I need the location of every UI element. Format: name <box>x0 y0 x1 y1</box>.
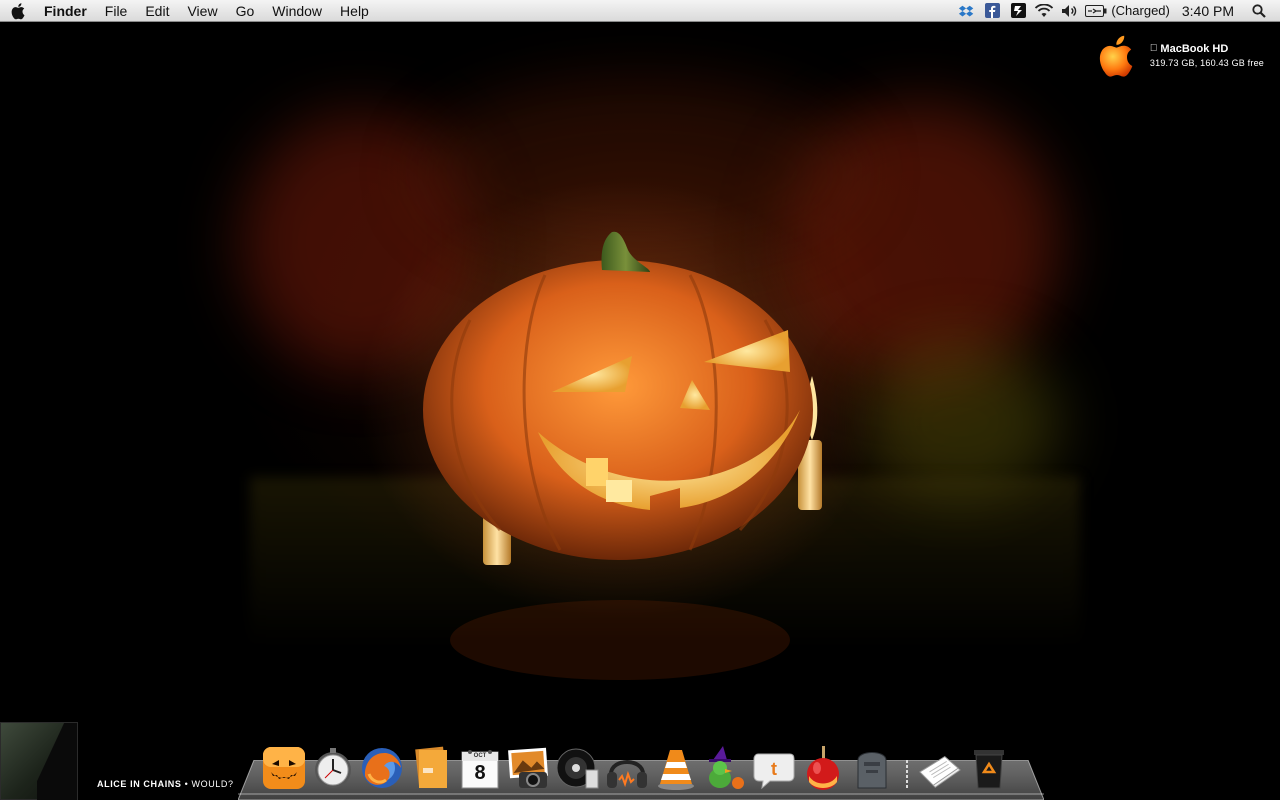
dropbox-icon[interactable] <box>953 0 979 22</box>
documents-stack-icon[interactable] <box>918 744 962 790</box>
evernote-icon[interactable] <box>1005 0 1031 22</box>
now-playing-artist: ALICE IN CHAINS <box>97 779 182 789</box>
trash-can-icon[interactable] <box>967 744 1011 790</box>
candy-apple-icon[interactable] <box>801 744 845 790</box>
status-area: (Charged) 3:40 PM <box>953 0 1280 22</box>
menu-window[interactable]: Window <box>263 0 331 22</box>
drive-name: MacBook HD <box>1152 42 1228 55</box>
menubar-clock[interactable]: 3:40 PM <box>1174 3 1246 19</box>
spotlight-search-icon[interactable] <box>1246 0 1272 22</box>
album-artwork[interactable] <box>0 722 78 800</box>
menu-view[interactable]: View <box>178 0 226 22</box>
desktop-wallpaper <box>0 22 1280 800</box>
menu-app-name[interactable]: Finder <box>38 0 96 22</box>
menu-help[interactable]: Help <box>331 0 378 22</box>
twitter-bird-icon[interactable]: t <box>752 744 796 790</box>
pumpkin-finder-icon[interactable] <box>262 744 306 790</box>
now-playing-song: WOULD? <box>191 779 234 789</box>
clock-icon[interactable] <box>311 744 355 790</box>
drive-info-widget:  MacBook HD 319.73 GB, 160.43 GB free <box>1098 32 1264 78</box>
headphones-itunes-icon[interactable] <box>605 744 649 790</box>
menu-go[interactable]: Go <box>227 0 264 22</box>
dvd-player-icon[interactable] <box>556 744 600 790</box>
battery-icon[interactable] <box>1083 0 1109 22</box>
calendar-day: 8 <box>474 762 486 784</box>
dock-separator <box>899 744 913 790</box>
iphoto-icon[interactable] <box>507 744 551 790</box>
vlc-icon[interactable] <box>654 744 698 790</box>
firefox-icon[interactable] <box>360 744 404 790</box>
wifi-icon[interactable] <box>1031 0 1057 22</box>
menu-edit[interactable]: Edit <box>136 0 178 22</box>
menu-bar: Finder File Edit View Go Window Help (Ch… <box>0 0 1280 22</box>
svg-text:t: t <box>771 759 777 779</box>
now-playing-separator: • <box>184 779 189 789</box>
now-playing-text: ALICE IN CHAINS • WOULD? <box>97 779 234 789</box>
battery-status-text[interactable]: (Charged) <box>1109 3 1174 18</box>
calendar-icon[interactable]: OCT 8 <box>458 744 502 790</box>
adium-witch-duck-icon[interactable] <box>703 744 747 790</box>
apple-small-icon:  <box>1150 43 1158 54</box>
drive-capacity: 319.73 GB, 160.43 GB free <box>1149 57 1264 68</box>
menu-file[interactable]: File <box>96 0 137 22</box>
facebook-icon[interactable] <box>979 0 1005 22</box>
orange-apple-logo-icon <box>1098 32 1140 78</box>
tombstone-icon[interactable] <box>850 744 894 790</box>
apple-menu-icon[interactable] <box>0 2 38 20</box>
volume-icon[interactable] <box>1057 0 1083 22</box>
stack-icon[interactable] <box>409 744 453 790</box>
calendar-month: OCT <box>473 753 487 759</box>
dock: OCT 8 t <box>262 736 1011 790</box>
